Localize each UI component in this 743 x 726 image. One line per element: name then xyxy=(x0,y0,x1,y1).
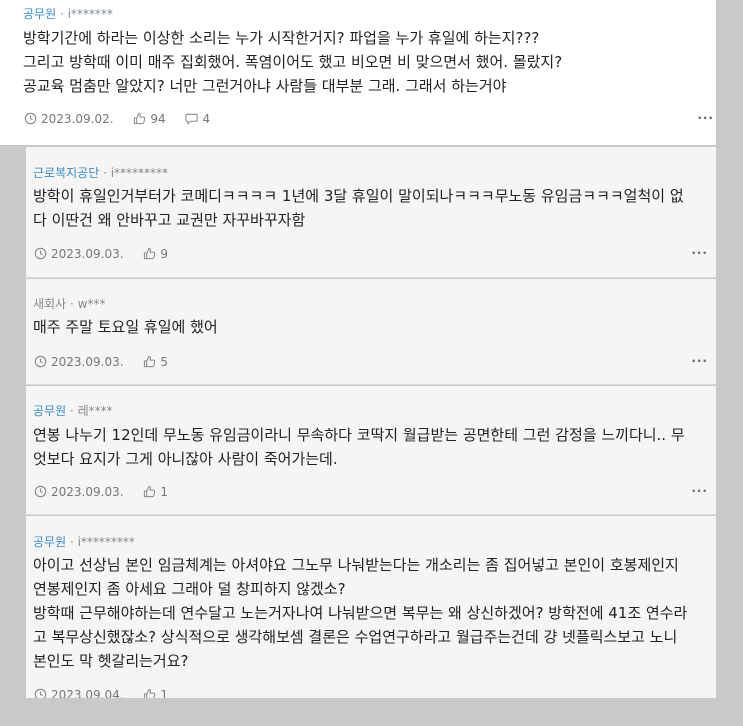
comment-line: 공교육 멈춤만 알았지? 너만 그런거아냐 사람들 대부분 그래. 그래서 하는… xyxy=(23,77,507,95)
date-text: 2023.09.02. xyxy=(41,111,114,126)
clock-icon xyxy=(34,355,47,368)
author-id: 레**** xyxy=(77,404,113,418)
thumbs-up-icon xyxy=(144,485,156,498)
comment-meta: 공무원 · i********* xyxy=(33,533,135,550)
like-button[interactable]: 94 xyxy=(133,111,166,126)
meta-separator: · xyxy=(103,166,111,180)
more-options-button[interactable]: ··· xyxy=(697,111,714,125)
thumbs-up-icon xyxy=(144,247,156,260)
reply-button[interactable]: 4 xyxy=(185,112,210,126)
comment-text: 아이고 선상님 본인 임금체계는 아셔야요 그노무 나눠받는다는 개소리는 좀 … xyxy=(33,553,708,673)
clock-icon xyxy=(34,247,47,260)
thumbs-up-icon xyxy=(134,112,146,125)
clock-icon xyxy=(24,112,37,125)
comment-text: 방학기간에 하라는 이상한 소리는 누가 시작한거지? 파업을 누가 휴일에 하… xyxy=(23,26,706,98)
comment-text: 연봉 나누기 12인데 무노동 유임금이라니 무속하다 코딱지 월급받는 공면한… xyxy=(33,423,708,471)
comment-line: 방학이 휴일인거부터가 코메디ㅋㅋㅋㅋ 1년에 3달 휴일이 말이되나ㅋㅋㅋ무노… xyxy=(33,187,684,205)
like-button[interactable]: 9 xyxy=(143,247,168,261)
author-org[interactable]: 공무원 xyxy=(33,535,66,549)
timestamp: 2023.09.03. xyxy=(34,485,124,499)
comment-footer: 2023.09.03. 5 ··· xyxy=(34,354,708,369)
more-options-button[interactable]: ··· xyxy=(691,354,708,368)
author-org[interactable]: 공무원 xyxy=(33,404,66,418)
dim-overlay xyxy=(0,698,743,726)
comment-footer: 2023.09.02. 94 4 ··· xyxy=(24,111,714,126)
reply-count: 4 xyxy=(202,111,211,126)
author-id: i******* xyxy=(67,7,113,21)
date-text: 2023.09.03. xyxy=(51,246,124,261)
comment-meta: 새회사 · w*** xyxy=(33,295,105,312)
comment-line: 매주 주말 토요일 휴일에 했어 xyxy=(33,318,218,336)
meta-separator: · xyxy=(69,404,78,418)
meta-separator: · xyxy=(59,7,68,21)
comment-text: 방학이 휴일인거부터가 코메디ㅋㅋㅋㅋ 1년에 3달 휴일이 말이되나ㅋㅋㅋ무노… xyxy=(33,184,708,232)
comment-line: 엇보다 요지가 그게 아니잖아 사람이 죽어가는데. xyxy=(33,450,338,468)
reply: 공무원 · 레**** 연봉 나누기 12인데 무노동 유임금이라니 무속하다 … xyxy=(26,386,716,515)
author-org[interactable]: 근로복지공단 xyxy=(33,166,99,180)
author-id: i********* xyxy=(77,535,135,549)
timestamp: 2023.09.02. xyxy=(24,112,114,126)
date-text: 2023.09.03. xyxy=(51,354,124,369)
like-count: 9 xyxy=(160,246,168,261)
clock-icon xyxy=(34,485,47,498)
like-count: 5 xyxy=(160,354,168,369)
comment: 공무원 · i******* 방학기간에 하라는 이상한 소리는 누가 시작한거… xyxy=(0,0,716,145)
comment-line: 아이고 선상님 본인 임금체계는 아셔야요 그노무 나눠받는다는 개소리는 좀 … xyxy=(33,556,679,574)
timestamp: 2023.09.03. xyxy=(34,355,124,369)
meta-separator: · xyxy=(69,535,78,549)
comment-meta: 공무원 · 레**** xyxy=(33,402,113,419)
more-options-button[interactable]: ··· xyxy=(691,484,708,498)
author-org[interactable]: 새회사 xyxy=(33,297,66,311)
like-button[interactable]: 1 xyxy=(143,485,168,499)
dim-overlay xyxy=(716,0,743,726)
meta-separator: · xyxy=(69,297,78,311)
comment-footer: 2023.09.03. 1 ··· xyxy=(34,484,708,499)
reply: 공무원 · i********* 아이고 선상님 본인 임금체계는 아셔야요 그… xyxy=(26,516,716,702)
author-id: w*** xyxy=(77,297,106,311)
comment-footer: 2023.09.03. 9 ··· xyxy=(34,246,708,261)
comment-line: 방학때 근무해야하는데 연수달고 노는거자나여 나눠받으면 복무는 왜 상신하겠… xyxy=(33,604,688,622)
thumbs-up-icon xyxy=(144,355,156,368)
comment-meta: 근로복지공단 · i********* xyxy=(33,164,168,181)
author-id: i********* xyxy=(110,166,169,180)
comment-text: 매주 주말 토요일 휴일에 했어 xyxy=(33,315,708,339)
reply: 근로복지공단 · i********* 방학이 휴일인거부터가 코메디ㅋㅋㅋㅋ … xyxy=(26,147,716,278)
comment-line: 고 복무상신했잖소? 상식적으로 생각해보셈 결론은 수업연구하라고 월급주는건… xyxy=(33,628,678,646)
timestamp: 2023.09.03. xyxy=(34,247,124,261)
comment-line: 다 이딴건 왜 안바꾸고 교권만 자꾸바꾸자함 xyxy=(33,211,306,229)
date-text: 2023.09.03. xyxy=(51,484,124,499)
comment-line: 연봉제인지 좀 아세요 그래아 덜 창피하지 않겠소? xyxy=(33,580,346,598)
reply: 새회사 · w*** 매주 주말 토요일 휴일에 했어 2023.09.03. … xyxy=(26,279,716,385)
speech-bubble-icon xyxy=(185,113,199,125)
comment-line: 그리고 방학때 이미 매주 집회했어. 폭염이어도 했고 비오면 비 맞으면서 … xyxy=(23,53,563,71)
like-button[interactable]: 5 xyxy=(143,355,168,369)
comment-meta: 공무원 · i******* xyxy=(23,5,113,22)
comment-thread: 공무원 · i******* 방학기간에 하라는 이상한 소리는 누가 시작한거… xyxy=(0,0,743,726)
more-options-button[interactable]: ··· xyxy=(691,246,708,260)
like-count: 1 xyxy=(160,484,168,499)
author-org[interactable]: 공무원 xyxy=(23,7,56,21)
comment-line: 연봉 나누기 12인데 무노동 유임금이라니 무속하다 코딱지 월급받는 공면한… xyxy=(33,426,685,444)
comment-line: 방학기간에 하라는 이상한 소리는 누가 시작한거지? 파업을 누가 휴일에 하… xyxy=(23,29,540,47)
comment-line: 본인도 막 헷갈리는거요? xyxy=(33,652,189,670)
like-count: 94 xyxy=(150,111,166,126)
